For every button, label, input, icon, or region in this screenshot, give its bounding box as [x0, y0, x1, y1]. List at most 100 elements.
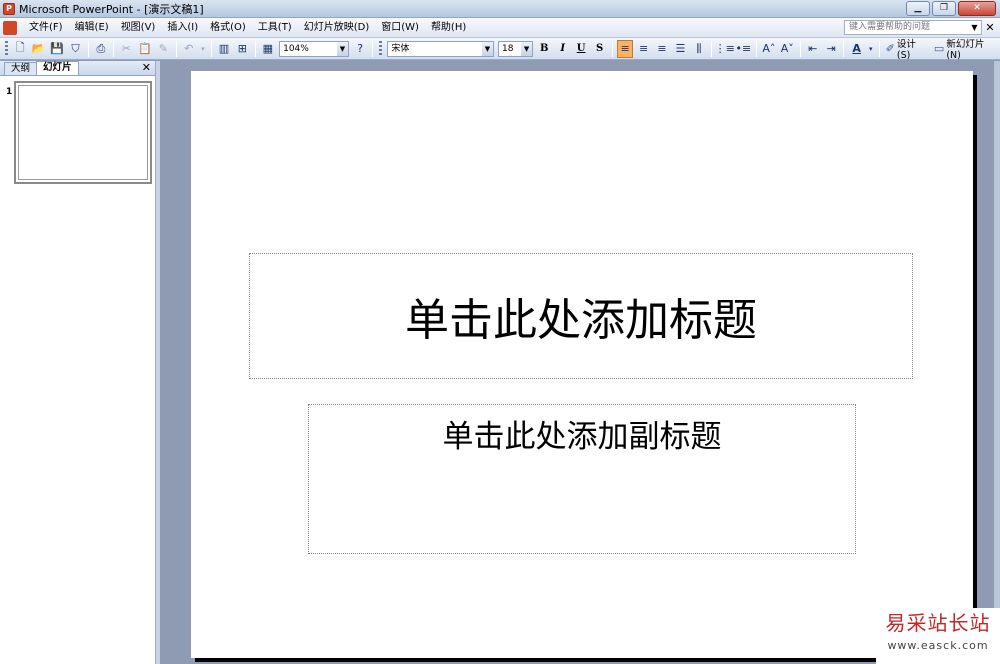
- font-color-dropdown-icon[interactable]: ▾: [867, 40, 875, 58]
- slide-thumbnail-number: 1: [6, 87, 13, 97]
- chevron-down-icon[interactable]: ▼: [336, 41, 348, 56]
- slide-workspace: 单击此处添加标题 单击此处添加副标题: [160, 61, 1000, 664]
- chevron-down-icon[interactable]: ▼: [482, 41, 493, 56]
- close-document-button[interactable]: ✕: [984, 20, 996, 35]
- paste-icon[interactable]: 📋: [137, 40, 153, 58]
- new-slide-icon: ▭: [933, 42, 945, 55]
- zoom-value: 104%: [283, 43, 309, 54]
- new-file-icon[interactable]: 🗋: [12, 40, 28, 58]
- new-slide-button[interactable]: ▭ 新幻灯片(N): [931, 39, 1000, 61]
- toolbar-divider: [254, 40, 256, 57]
- vertical-scrollbar[interactable]: [994, 61, 1000, 664]
- toolbar-divider: [210, 40, 212, 57]
- font-value: 宋体: [391, 43, 410, 54]
- menu-slideshow[interactable]: 幻灯片放映(D): [298, 19, 376, 37]
- subtitle-placeholder-text: 单击此处添加副标题: [442, 419, 722, 455]
- title-placeholder-text: 单击此处添加标题: [405, 295, 757, 346]
- menu-tools[interactable]: 工具(T): [252, 19, 298, 37]
- tab-outline[interactable]: 大纲: [4, 62, 38, 75]
- close-icon[interactable]: ✕: [142, 62, 151, 74]
- menu-edit[interactable]: 编辑(E): [69, 19, 115, 37]
- undo-dropdown-icon[interactable]: ▾: [199, 40, 207, 58]
- align-right-icon[interactable]: ≡: [654, 40, 670, 58]
- save-icon[interactable]: 💾: [49, 40, 65, 58]
- format-painter-icon[interactable]: ✎: [155, 40, 171, 58]
- menu-window[interactable]: 窗口(W): [375, 19, 425, 37]
- numbering-icon[interactable]: ⋮≡: [715, 40, 735, 58]
- help-search-placeholder: 键入需要帮助的问题: [849, 22, 931, 32]
- document-icon[interactable]: [3, 20, 17, 35]
- watermark-en: www.easck.com: [887, 639, 989, 652]
- increase-font-icon[interactable]: A˄: [761, 40, 777, 58]
- slide-canvas[interactable]: 单击此处添加标题 单击此处添加副标题: [191, 71, 973, 658]
- toolbar-divider: [611, 40, 613, 57]
- menu-insert[interactable]: 插入(I): [161, 19, 204, 37]
- permission-icon[interactable]: ⛉: [67, 40, 83, 58]
- cut-icon[interactable]: ✂: [118, 40, 134, 58]
- menu-format[interactable]: 格式(O): [204, 19, 252, 37]
- menu-help[interactable]: 帮助(H): [425, 19, 472, 37]
- minimize-button[interactable]: ▁: [906, 1, 930, 16]
- distribute-icon[interactable]: ⫼: [691, 40, 707, 58]
- toolbar-divider: [711, 40, 713, 57]
- align-left-icon[interactable]: ≡: [616, 39, 634, 58]
- toolbar-divider: [755, 40, 757, 57]
- slide-thumbnail[interactable]: [14, 81, 152, 184]
- table-icon[interactable]: ⊞: [234, 40, 250, 58]
- grid-icon[interactable]: ▦: [260, 40, 276, 58]
- window-controls: ▁ ❐ ✕: [906, 1, 996, 16]
- justify-icon[interactable]: ☰: [672, 40, 688, 58]
- undo-icon[interactable]: ↶: [181, 40, 197, 58]
- slides-pane: 大纲 幻灯片 ✕ 1: [0, 61, 156, 664]
- font-color-icon[interactable]: A: [848, 40, 864, 58]
- design-label: 设计(S): [896, 39, 916, 61]
- toolbar-divider: [843, 40, 845, 57]
- print-icon[interactable]: ⎙: [93, 40, 109, 58]
- new-slide-label: 新幻灯片(N): [946, 39, 985, 61]
- design-button[interactable]: ✐ 设计(S): [883, 39, 931, 61]
- toolbar: 🗋 📂 💾 ⛉ ⎙ ✂ 📋 ✎ ↶ ▾ ▥ ⊞ ▦ 104% ▼ ? 宋体 ▼ …: [0, 38, 1000, 61]
- bullets-icon[interactable]: •≡: [735, 40, 752, 58]
- open-folder-icon[interactable]: 📂: [30, 40, 46, 58]
- menu-view[interactable]: 视图(V): [115, 19, 162, 37]
- menu-bar: 文件(F) 编辑(E) 视图(V) 插入(I) 格式(O) 工具(T) 幻灯片放…: [0, 18, 1000, 38]
- chart-icon[interactable]: ▥: [216, 40, 232, 58]
- toolbar-divider: [113, 40, 115, 57]
- toolbar-divider: [799, 40, 801, 57]
- toolbar-divider: [175, 40, 177, 57]
- font-size-value: 18: [502, 43, 514, 54]
- increase-indent-icon[interactable]: ⇥: [823, 40, 839, 58]
- subtitle-placeholder[interactable]: 单击此处添加副标题: [308, 404, 856, 554]
- toolbar-grip[interactable]: [5, 40, 8, 57]
- toolbar-grip[interactable]: [379, 40, 383, 57]
- menu-file[interactable]: 文件(F): [23, 19, 69, 37]
- toolbar-divider: [87, 40, 89, 57]
- font-size-select[interactable]: 18 ▼: [498, 40, 534, 57]
- title-placeholder[interactable]: 单击此处添加标题: [249, 253, 913, 379]
- chevron-down-icon[interactable]: ▼: [969, 21, 980, 34]
- close-window-button[interactable]: ✕: [958, 1, 996, 16]
- font-select[interactable]: 宋体 ▼: [387, 40, 494, 57]
- powerpoint-app-icon[interactable]: P: [3, 2, 15, 15]
- chevron-down-icon[interactable]: ▼: [521, 41, 533, 56]
- watermark-cn: 易采站长站: [885, 611, 991, 635]
- toolbar-divider: [372, 40, 374, 57]
- toolbar-divider: [878, 40, 880, 57]
- help-icon[interactable]: ?: [352, 40, 368, 58]
- window-title: Microsoft PowerPoint - [演示文稿1]: [19, 2, 204, 16]
- zoom-select[interactable]: 104% ▼: [279, 40, 349, 57]
- help-search-input[interactable]: 键入需要帮助的问题 ▼: [844, 20, 982, 35]
- tab-slides[interactable]: 幻灯片: [36, 61, 79, 75]
- bold-button[interactable]: B: [536, 40, 552, 58]
- design-icon: ✐: [885, 42, 895, 55]
- italic-button[interactable]: I: [554, 40, 570, 58]
- underline-button[interactable]: U: [573, 40, 589, 58]
- title-bar: P Microsoft PowerPoint - [演示文稿1] ▁ ❐ ✕: [0, 0, 1000, 18]
- watermark: 易采站长站 www.easck.com: [876, 608, 1000, 664]
- decrease-indent-icon[interactable]: ⇤: [805, 40, 821, 58]
- decrease-font-icon[interactable]: A˅: [779, 40, 795, 58]
- align-center-icon[interactable]: ≡: [635, 40, 651, 58]
- pane-tabs: 大纲 幻灯片 ✕: [0, 61, 155, 76]
- shadow-button[interactable]: S: [591, 40, 607, 58]
- restore-button[interactable]: ❐: [932, 1, 956, 16]
